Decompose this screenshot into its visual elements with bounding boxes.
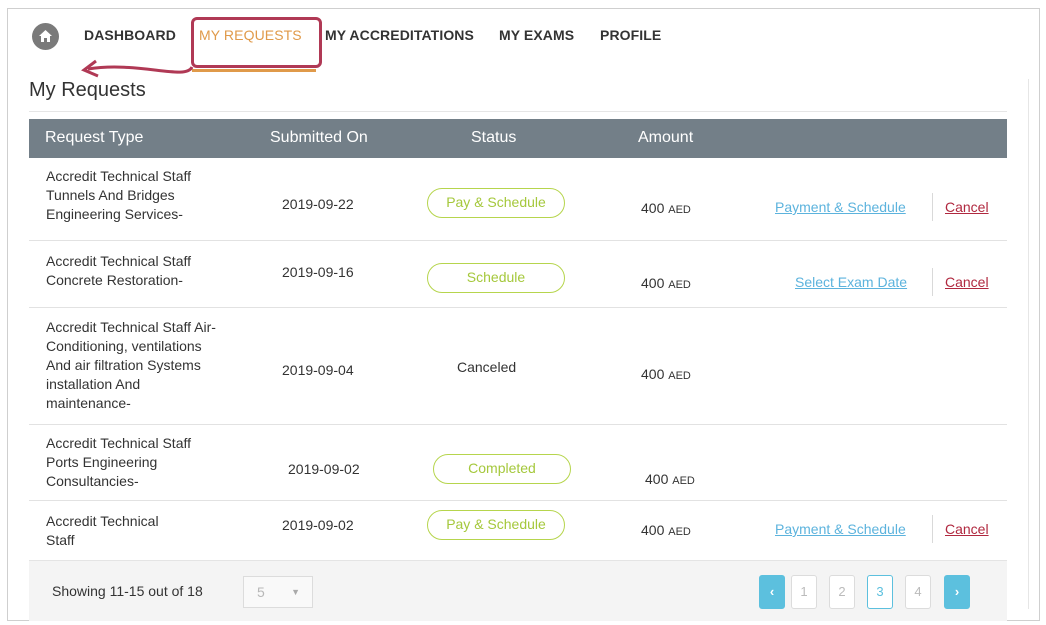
nav-profile[interactable]: PROFILE	[600, 27, 661, 43]
amount: 400 AED	[641, 522, 691, 538]
status-pill[interactable]: Completed	[433, 454, 571, 484]
currency: AED	[668, 279, 691, 291]
payment-schedule-link[interactable]: Payment & Schedule	[775, 199, 906, 215]
nav-my-exams[interactable]: MY EXAMS	[499, 27, 574, 43]
prev-page-button[interactable]: ‹	[759, 575, 785, 609]
status-pill[interactable]: Schedule	[427, 263, 565, 293]
home-button[interactable]	[32, 23, 59, 50]
col-amount: Amount	[638, 129, 694, 146]
request-type-line: maintenance-	[46, 395, 131, 411]
request-type-line: Accredit Technical Staff	[46, 435, 192, 451]
submitted-date: 2019-09-02	[288, 461, 360, 477]
request-type: Accredit Technical Staff Concrete Restor…	[46, 252, 191, 290]
amount-value: 400	[641, 522, 665, 538]
submitted-date: 2019-09-02	[282, 517, 354, 533]
table-row: Accredit Technical Staff Ports Engineeri…	[29, 425, 1007, 501]
app-frame: DASHBOARD MY REQUESTS MY ACCREDITATIONS …	[7, 8, 1040, 621]
page-button-1[interactable]: 1	[791, 575, 817, 609]
annotation-highlight-box	[191, 17, 322, 68]
amount: 400 AED	[641, 366, 691, 382]
amount-value: 400	[645, 471, 669, 487]
status-text: Canceled	[457, 359, 517, 375]
action-separator	[932, 193, 933, 221]
cancel-link[interactable]: Cancel	[945, 199, 989, 215]
table-row: Accredit Technical Staff 2019-09-02 Pay …	[29, 501, 1007, 560]
currency: AED	[672, 475, 695, 487]
request-type: Accredit Technical Staff Tunnels And Bri…	[46, 167, 191, 224]
divider	[29, 111, 1007, 112]
table-row: Accredit Technical Staff Air- Conditioni…	[29, 308, 1007, 425]
amount: 400 AED	[641, 200, 691, 216]
home-icon	[39, 30, 52, 42]
page-button-2[interactable]: 2	[829, 575, 855, 609]
nav-my-accreditations[interactable]: MY ACCREDITATIONS	[325, 27, 474, 43]
table-header: Request Type Submitted On Status Amount	[29, 119, 1007, 158]
scrollbar-track[interactable]	[1028, 79, 1029, 609]
chevron-down-icon: ▼	[291, 587, 300, 597]
table-row: Accredit Technical Staff Concrete Restor…	[29, 241, 1007, 308]
currency: AED	[668, 204, 691, 216]
request-type-line: Accredit Technical Staff	[46, 253, 192, 269]
col-request-type: Request Type	[45, 129, 144, 146]
cancel-link[interactable]: Cancel	[945, 274, 989, 290]
request-type-line: And air filtration Systems	[46, 357, 201, 373]
amount: 400 AED	[645, 471, 695, 487]
amount-value: 400	[641, 200, 665, 216]
submitted-date: 2019-09-22	[282, 196, 354, 212]
request-type-line: Staff	[46, 532, 75, 548]
amount: 400 AED	[641, 275, 691, 291]
annotation-arrow-icon	[81, 59, 194, 78]
next-page-button[interactable]: ›	[944, 575, 970, 609]
request-type-line: Engineering Services-	[46, 206, 183, 222]
submitted-date: 2019-09-16	[282, 264, 354, 280]
request-type-line: installation And	[46, 376, 141, 392]
page-size-value: 5	[257, 584, 265, 600]
request-type-line: Tunnels And Bridges	[46, 187, 175, 203]
col-submitted-on: Submitted On	[270, 129, 368, 146]
request-type: Accredit Technical Staff Air- Conditioni…	[46, 318, 216, 413]
cancel-link[interactable]: Cancel	[945, 521, 989, 537]
status-pill[interactable]: Pay & Schedule	[427, 510, 565, 540]
page-button-3[interactable]: 3	[867, 575, 893, 609]
col-status: Status	[471, 129, 517, 146]
request-type-line: Accredit Technical Staff	[46, 168, 192, 184]
currency: AED	[668, 526, 691, 538]
requests-table: Request Type Submitted On Status Amount …	[29, 119, 1007, 560]
page-size-select[interactable]: 5 ▼	[243, 576, 313, 608]
action-separator	[932, 515, 933, 543]
request-type-line: Accredit Technical	[46, 513, 159, 529]
action-separator	[932, 268, 933, 296]
request-type: Accredit Technical Staff Ports Engineeri…	[46, 434, 191, 491]
request-type-line: Ports Engineering	[46, 454, 158, 470]
submitted-date: 2019-09-04	[282, 362, 354, 378]
amount-value: 400	[641, 275, 665, 291]
table-row: Accredit Technical Staff Tunnels And Bri…	[29, 158, 1007, 241]
request-type: Accredit Technical Staff	[46, 512, 159, 550]
status-pill[interactable]: Pay & Schedule	[427, 188, 565, 218]
request-type-line: Consultancies-	[46, 473, 139, 489]
request-type-line: Conditioning, ventilations	[46, 338, 202, 354]
request-type-line: Concrete Restoration-	[46, 272, 183, 288]
results-count: Showing 11-15 out of 18	[52, 583, 203, 599]
table-footer: Showing 11-15 out of 18 5 ▼ ‹ 1 2 3 4 ›	[29, 560, 1007, 621]
currency: AED	[668, 370, 691, 382]
request-type-line: Accredit Technical Staff Air-	[46, 319, 216, 335]
amount-value: 400	[641, 366, 665, 382]
select-exam-date-link[interactable]: Select Exam Date	[795, 274, 907, 290]
page-title: My Requests	[29, 79, 146, 101]
active-tab-underline	[192, 69, 316, 72]
payment-schedule-link[interactable]: Payment & Schedule	[775, 521, 906, 537]
page-button-4[interactable]: 4	[905, 575, 931, 609]
